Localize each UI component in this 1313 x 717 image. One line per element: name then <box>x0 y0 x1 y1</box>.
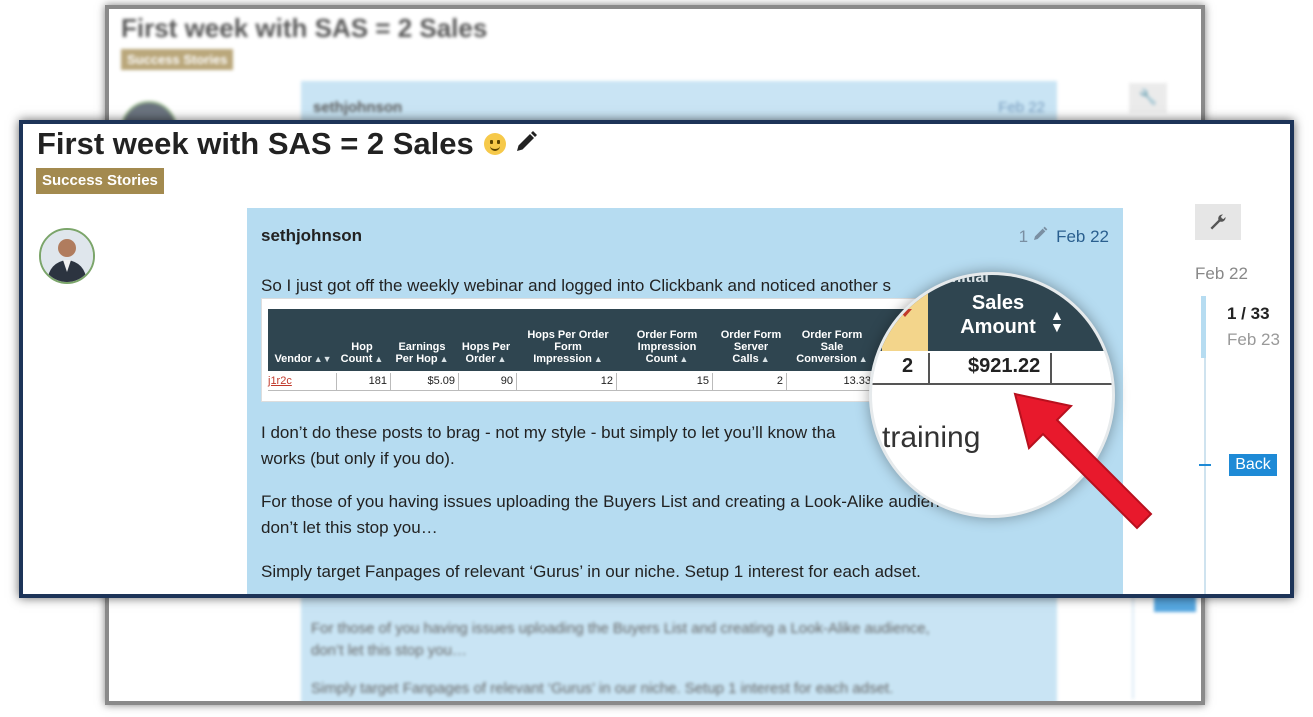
cell-earnings-per-hop: $5.09 <box>390 373 458 390</box>
col-header-impression-count: Order Form Impression Count ▲ <box>636 329 698 365</box>
post-username[interactable]: sethjohnson <box>261 226 362 246</box>
bg-topic-title: First week with SAS = 2 Sales <box>121 13 488 43</box>
col-header-sale-conversion: Order Form Sale Conversion ▲ <box>796 329 868 365</box>
timeline-back-marker <box>1199 464 1211 466</box>
post-paragraph: Simply target Fanpages of relevant ‘Guru… <box>261 562 921 581</box>
bg-paragraph: For those of you having issues uploading… <box>311 620 930 637</box>
bg-wrench-icon: 🔧 <box>1129 83 1167 113</box>
magnified-divider <box>928 353 930 383</box>
magnified-divider <box>1050 353 1052 383</box>
timeline-position: 1 / 33 <box>1227 304 1270 323</box>
magnified-row: 2 $921.22 <box>872 353 1112 385</box>
user-avatar[interactable] <box>39 228 95 284</box>
cell-sale-conversion: 13.33 <box>786 373 874 390</box>
post-paragraph: don’t let this stop you… <box>261 518 438 537</box>
bg-paragraph: don’t let this stop you… <box>311 642 467 659</box>
col-header-hops-per-impression: Hops Per Order Form Impression ▲ <box>527 329 609 365</box>
topic-title[interactable]: First week with SAS = 2 Sales <box>37 126 474 162</box>
cell-hop-count: 181 <box>336 373 390 390</box>
cell-impression-count: 15 <box>616 373 712 390</box>
magnified-caption: training <box>882 421 981 454</box>
cell-server-calls: 2 <box>712 373 786 390</box>
category-badge[interactable]: Success Stories <box>36 168 164 194</box>
bg-category-badge: Success Stories <box>121 49 234 70</box>
magnified-sales-amount: $921.22 <box>968 355 1041 377</box>
edit-count[interactable]: 1 <box>1019 227 1028 247</box>
cell-hops-per-impression: 12 <box>516 373 616 390</box>
magnified-quantity: 2 <box>902 355 914 377</box>
col-header-server-calls: Order Form Server Calls ▲ <box>720 329 782 365</box>
red-arrow-icon <box>1013 392 1153 530</box>
edit-title-pencil-icon[interactable] <box>514 130 538 159</box>
col-header-earnings-per-hop: Earnings Per Hop ▲ <box>395 341 449 365</box>
timeline-current-date: Feb 23 <box>1227 330 1280 349</box>
col-header-hops-per-order: Hops Per Order ▲ <box>461 341 511 365</box>
wrench-icon <box>1210 214 1226 230</box>
cell-hops-per-order: 90 <box>458 373 516 390</box>
col-header-vendor: Vendor ▲▼ <box>274 353 332 365</box>
timeline-start-date[interactable]: Feb 22 <box>1195 264 1248 284</box>
edit-history-pencil-icon[interactable] <box>1032 226 1048 247</box>
back-button[interactable]: Back <box>1229 454 1277 476</box>
col-header-hop-count: Hop Count ▲ <box>340 341 384 365</box>
magnified-header-label: Sales Amount <box>960 292 1036 338</box>
smiley-emoji-icon <box>483 133 506 155</box>
magnified-sort-column <box>882 293 928 351</box>
sort-arrows-icon: ▲ ▼ <box>1050 307 1064 335</box>
bg-username: sethjohnson <box>313 99 403 116</box>
topic-title-row: First week with SAS = 2 Sales <box>37 126 538 162</box>
zoomed-topic-view: First week with SAS = 2 Sales Success St… <box>19 120 1294 598</box>
magnified-header-top: Initial <box>947 272 989 286</box>
timeline-handle[interactable] <box>1201 296 1206 358</box>
timeline-track[interactable] <box>1204 358 1206 594</box>
post-date[interactable]: Feb 22 <box>1056 227 1109 247</box>
admin-wrench-button[interactable] <box>1195 204 1241 240</box>
bg-paragraph: Simply target Fanpages of relevant ‘Guru… <box>311 680 894 697</box>
cell-vendor-link[interactable]: j1r2c <box>268 373 336 390</box>
magnified-table-header: Initial Sales Amount ▲ ▼ <box>872 275 1112 351</box>
post-meta: 1 Feb 22 <box>1019 226 1109 247</box>
bg-post-date: Feb 22 <box>998 99 1045 116</box>
